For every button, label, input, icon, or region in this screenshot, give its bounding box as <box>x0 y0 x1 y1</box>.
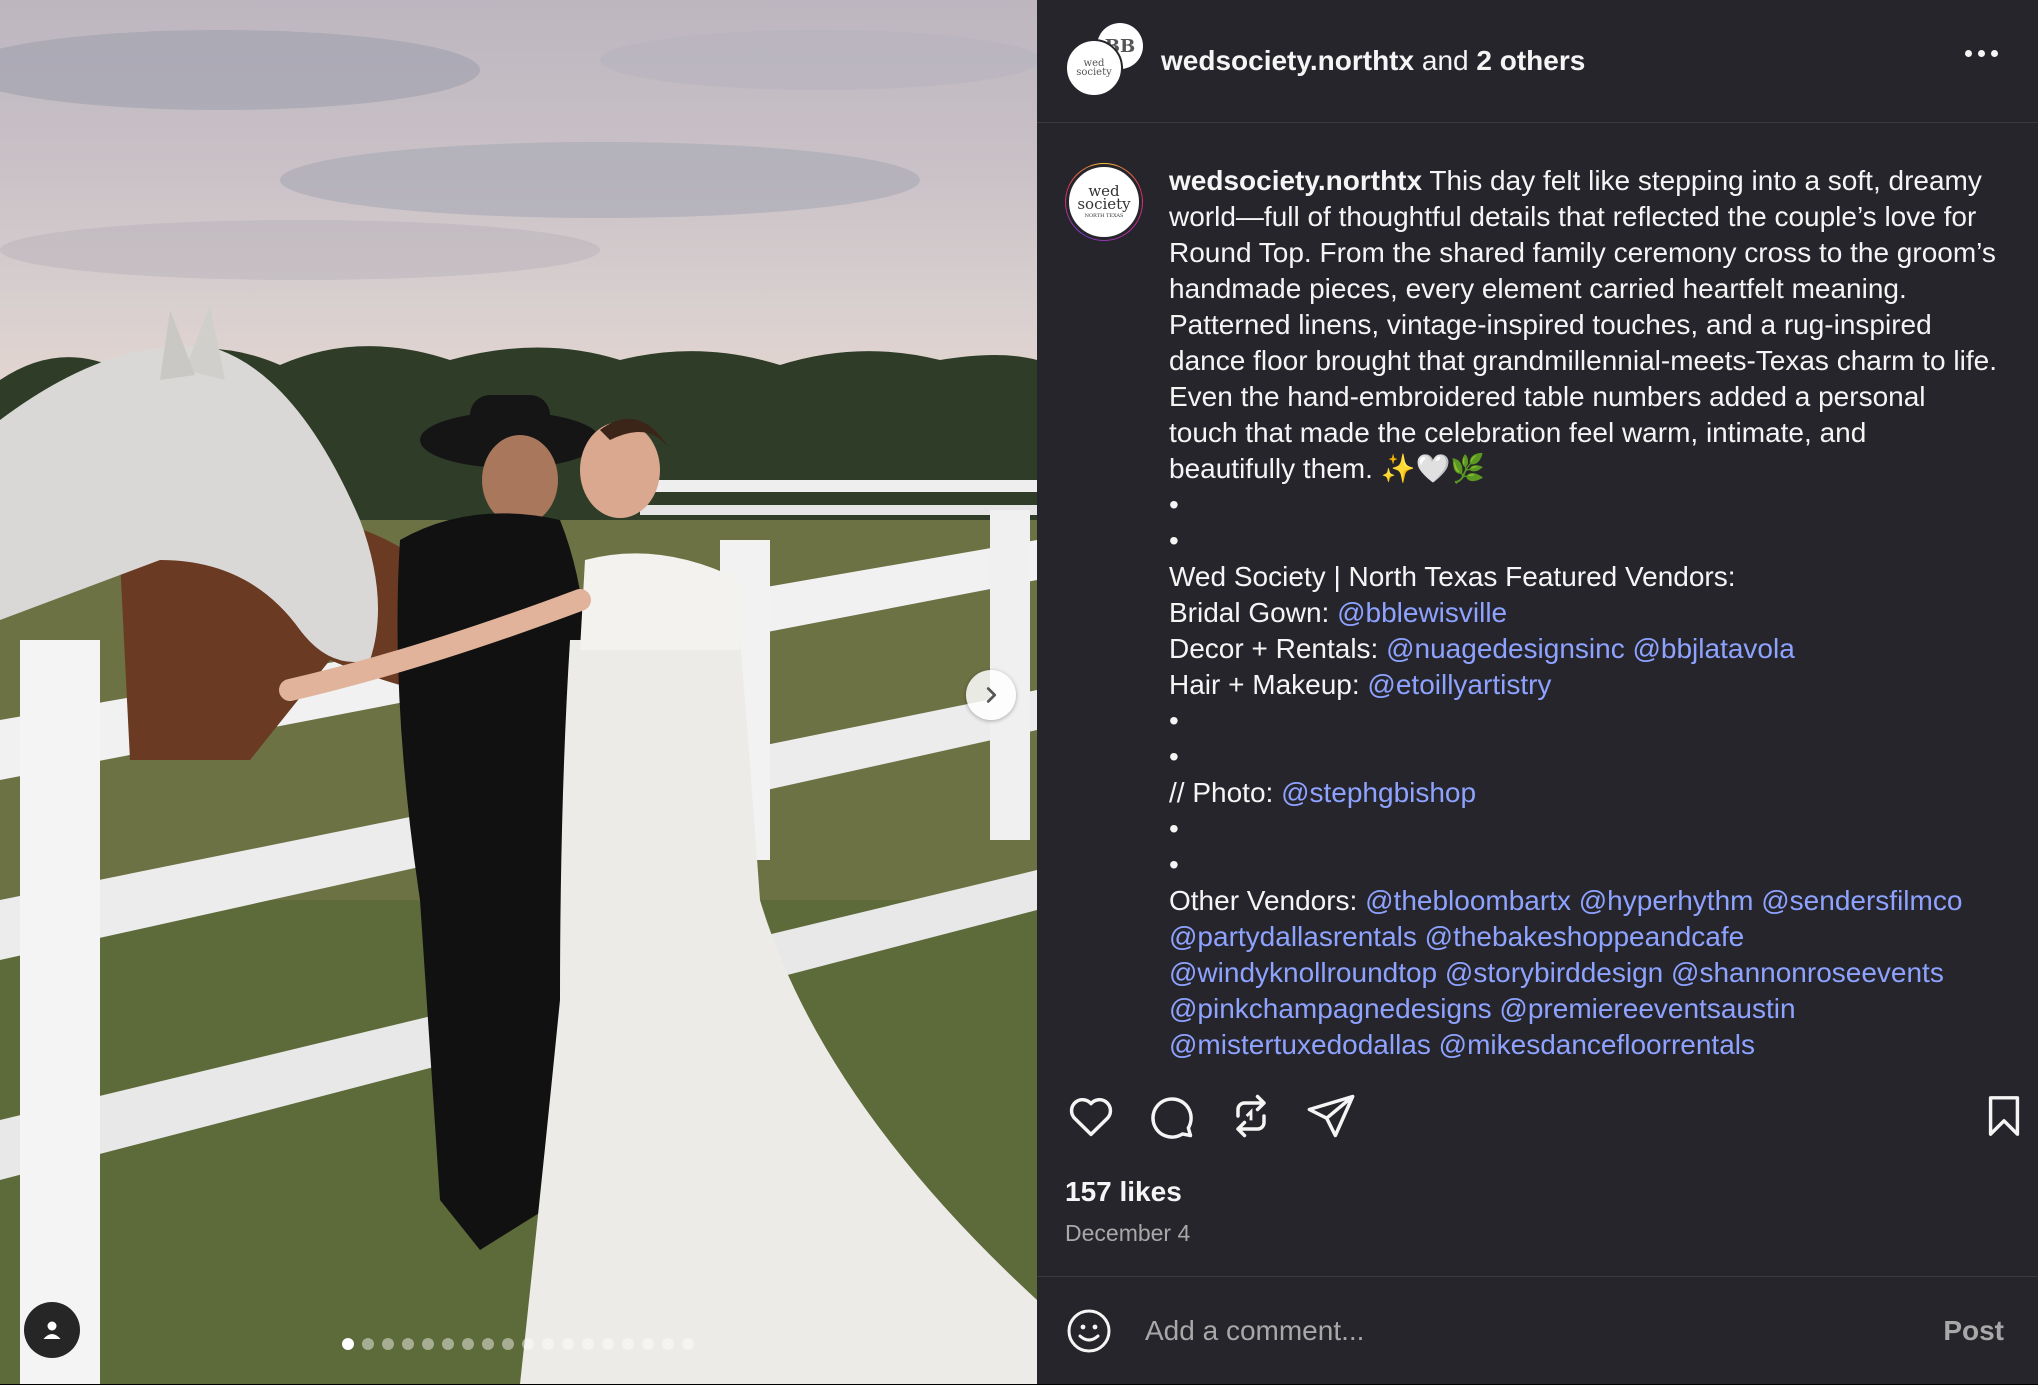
carousel-dot <box>362 1338 374 1350</box>
caption-username[interactable]: wedsociety.northtx <box>1169 165 1422 196</box>
carousel-dot <box>402 1338 414 1350</box>
carousel-dot <box>342 1338 354 1350</box>
carousel-dot <box>602 1338 614 1350</box>
mention-link[interactable]: @pinkchampagnedesigns <box>1169 993 1492 1024</box>
post-date[interactable]: December 4 <box>1065 1220 1190 1247</box>
carousel-dot <box>682 1338 694 1350</box>
comment-icon <box>1151 1097 1193 1139</box>
comment-button[interactable] <box>1145 1090 1197 1142</box>
more-icon <box>1965 50 1972 57</box>
carousel-dot <box>662 1338 674 1350</box>
chevron-right-icon <box>986 687 997 703</box>
action-bar <box>1037 1090 2038 1150</box>
mention-link[interactable]: @stephgbishop <box>1281 777 1476 808</box>
carousel-dot <box>562 1338 574 1350</box>
mention-link[interactable]: @premiereeventsaustin <box>1499 993 1795 1024</box>
carousel-indicator <box>342 1338 694 1350</box>
mention-link[interactable]: @partydallasrentals <box>1169 921 1417 952</box>
carousel-dot <box>542 1338 554 1350</box>
repost-button[interactable] <box>1225 1090 1277 1142</box>
vendors-heading: Wed Society | North Texas Featured Vendo… <box>1169 561 1736 592</box>
post-sidebar: BB wed society wedsociety.northtx and 2 o… <box>1037 0 2038 1384</box>
more-options-button[interactable] <box>1965 50 1998 57</box>
mention-link[interactable]: @bblewisville <box>1337 597 1507 628</box>
carousel-dot <box>422 1338 434 1350</box>
post-media[interactable] <box>0 0 1037 1384</box>
caption-author-avatar[interactable]: wed society NORTH TEXAS <box>1065 163 1143 241</box>
post-header: BB wed society wedsociety.northtx and 2 o… <box>1037 0 2038 123</box>
mention-link[interactable]: @storybirddesign <box>1445 957 1663 988</box>
post-authors: wedsociety.northtx and 2 others <box>1161 45 1586 76</box>
author-username[interactable]: wedsociety.northtx <box>1161 45 1414 76</box>
user-tag-icon <box>43 1321 61 1339</box>
post: BB wed society wedsociety.northtx and 2 o… <box>0 0 2038 1384</box>
carousel-dot <box>622 1338 634 1350</box>
comment-input[interactable] <box>1143 1314 1907 1348</box>
mention-link[interactable]: @thebloombartx <box>1365 885 1571 916</box>
save-button[interactable] <box>1981 1090 2033 1142</box>
next-slide-button[interactable] <box>966 670 1016 720</box>
bookmark-icon <box>1988 1096 2020 1136</box>
carousel-dot <box>502 1338 514 1350</box>
mention-link[interactable]: @etoillyartistry <box>1367 669 1551 700</box>
mention-link[interactable]: @thebakeshoppeandcafe <box>1425 921 1745 952</box>
mention-link[interactable]: @nuagedesignsinc <box>1386 633 1625 664</box>
wedding-photo <box>0 30 1037 1384</box>
mention-link[interactable]: @bbjlatavola <box>1632 633 1794 664</box>
repost-icon <box>1236 1094 1266 1138</box>
collaborators-link[interactable]: 2 others <box>1476 45 1585 76</box>
post-comment-button[interactable]: Post <box>1943 1315 2004 1347</box>
mention-link[interactable]: @windyknollroundtop <box>1169 957 1437 988</box>
carousel-dot <box>522 1338 534 1350</box>
user-tags-button[interactable] <box>24 1302 80 1358</box>
author-avatar[interactable]: wed society <box>1065 39 1123 97</box>
collab-avatars[interactable]: BB wed society <box>1065 23 1143 99</box>
carousel-dot <box>442 1338 454 1350</box>
mention-link[interactable]: @hyperhythm <box>1579 885 1754 916</box>
mention-link[interactable]: @sendersfilmco <box>1761 885 1962 916</box>
mention-link[interactable]: @shannonroseevents <box>1671 957 1944 988</box>
likes-count[interactable]: 157 likes <box>1065 1176 1182 1208</box>
mention-link[interactable]: @mistertuxedodallas <box>1169 1029 1431 1060</box>
heart-icon <box>1069 1098 1113 1137</box>
caption-text: wedsociety.northtx This day felt like st… <box>1169 163 1999 1063</box>
mention-link[interactable]: @mikesdancefloorrentals <box>1439 1029 1755 1060</box>
carousel-dot <box>642 1338 654 1350</box>
emoji-icon[interactable] <box>1065 1307 1113 1355</box>
carousel-dot <box>462 1338 474 1350</box>
like-button[interactable] <box>1065 1090 1117 1142</box>
caption-scroll-area[interactable]: wed society NORTH TEXAS wedsociety.northtx… <box>1037 123 2038 1073</box>
carousel-dot <box>582 1338 594 1350</box>
comment-bar: Post <box>1037 1276 2038 1385</box>
carousel-dot <box>482 1338 494 1350</box>
share-button[interactable] <box>1305 1090 1357 1142</box>
carousel-dot <box>382 1338 394 1350</box>
share-icon <box>1307 1094 1355 1138</box>
